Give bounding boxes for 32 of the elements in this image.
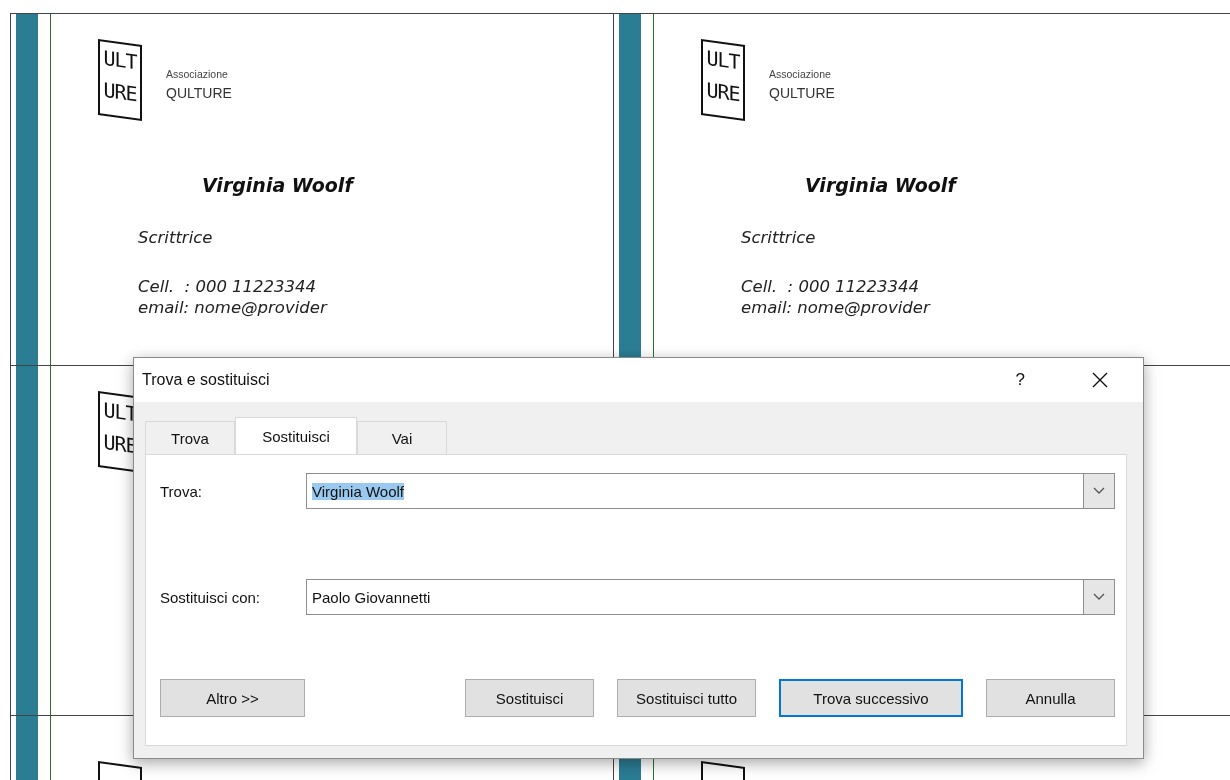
dialog-button[interactable]: Trova successivo <box>779 679 963 717</box>
person-name: Virginia Woolf <box>202 174 353 196</box>
email-address: email: nome@provider <box>138 298 329 317</box>
dialog-button[interactable]: Annulla <box>986 679 1115 717</box>
help-button[interactable]: ? <box>1009 368 1031 392</box>
field-label: Trova: <box>160 482 203 500</box>
association-name: QULTURE <box>166 85 232 101</box>
job-title: Scrittrice <box>741 228 817 247</box>
dropdown-button[interactable] <box>1083 473 1115 509</box>
tab[interactable]: Vai <box>357 421 447 454</box>
chevron-down-icon <box>1093 487 1105 495</box>
field-label: Sostituisci con: <box>160 588 262 606</box>
tab[interactable]: Sostituisci <box>235 417 357 454</box>
phone-number: Cell. : 000 11223344 <box>741 277 921 296</box>
dialog-button[interactable]: Sostituisci tutto <box>617 679 756 717</box>
email-address: email: nome@provider <box>741 298 932 317</box>
person-name: Virginia Woolf <box>805 174 956 196</box>
logo: ULT URE <box>98 38 142 122</box>
tab[interactable]: Trova <box>145 421 235 454</box>
input-field[interactable]: Paolo Giovannetti <box>306 579 1083 615</box>
association-label: Associazione <box>166 68 229 80</box>
input-field[interactable]: Virginia Woolf <box>306 473 1083 509</box>
dropdown-button[interactable] <box>1083 579 1115 615</box>
job-title: Scrittrice <box>138 228 214 247</box>
phone-number: Cell. : 000 11223344 <box>138 277 318 296</box>
dialog-button[interactable]: Altro >> <box>160 679 305 717</box>
logo: ULT URE <box>701 38 745 122</box>
chevron-down-icon <box>1093 593 1105 601</box>
association-label: Associazione <box>769 68 832 80</box>
dialog-title: Trova e sostituisci <box>142 371 271 389</box>
dialog-button[interactable]: Sostituisci <box>465 679 595 717</box>
association-name: QULTURE <box>769 85 835 101</box>
